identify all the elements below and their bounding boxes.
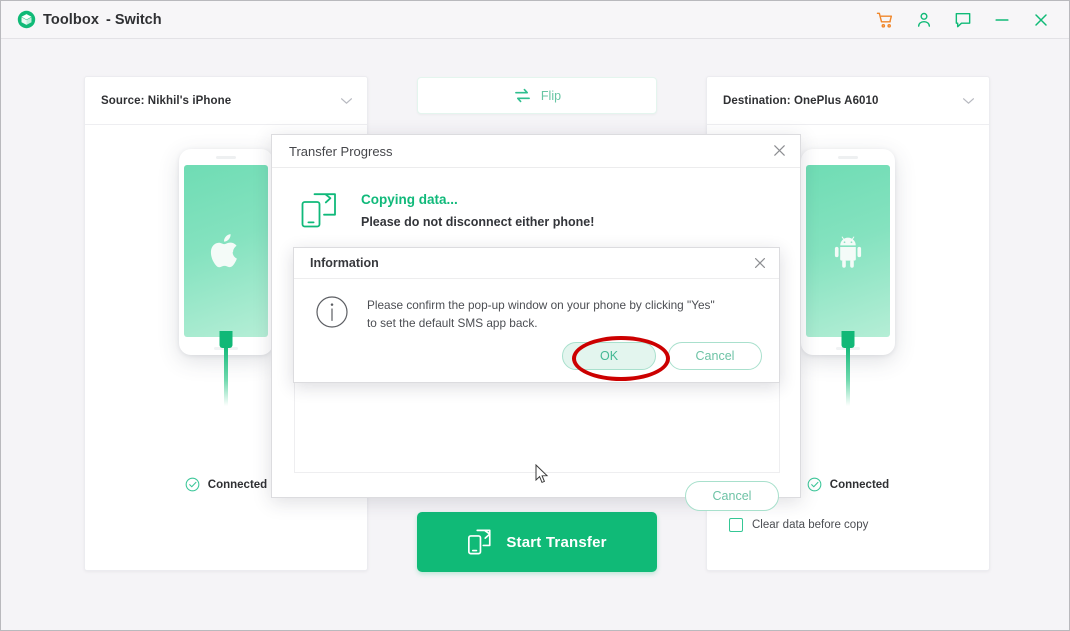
copying-status-sub: Please do not disconnect either phone!	[361, 215, 595, 229]
chevron-down-icon[interactable]	[962, 97, 975, 105]
close-icon[interactable]	[752, 255, 768, 271]
transfer-progress-header: Transfer Progress	[272, 135, 800, 168]
start-transfer-label: Start Transfer	[506, 533, 607, 551]
information-dialog-title: Information	[310, 256, 379, 270]
transfer-cancel-button[interactable]: Cancel	[685, 481, 779, 511]
mouse-cursor	[535, 464, 549, 484]
destination-phone-screen	[806, 165, 890, 337]
close-icon[interactable]	[1031, 10, 1051, 30]
source-status-label: Connected	[207, 478, 268, 491]
app-title: Toolbox	[43, 11, 100, 28]
destination-device-selector[interactable]: Destination: OnePlus A6010	[707, 77, 989, 125]
copy-status-texts: Copying data... Please do not disconnect…	[361, 189, 594, 229]
source-device-label: Source: Nikhil's iPhone	[101, 94, 232, 107]
ok-button[interactable]: OK	[562, 342, 656, 370]
source-phone-screen	[184, 165, 268, 337]
information-message: Please confirm the pop-up window on your…	[367, 298, 715, 331]
destination-status-label: Connected	[829, 478, 890, 491]
destination-phone	[801, 149, 895, 355]
cart-icon[interactable]	[875, 10, 895, 30]
source-cable-connector	[219, 331, 233, 348]
transfer-progress-title: Transfer Progress	[289, 143, 393, 159]
transfer-phones-icon	[301, 193, 336, 228]
app-subtitle: - Switch	[106, 11, 162, 28]
information-dialog-header: Information	[294, 248, 779, 279]
destination-cable-connector	[841, 331, 855, 348]
info-icon	[316, 296, 348, 328]
destination-device-label: Destination: OnePlus A6010	[723, 94, 879, 107]
check-circle-icon	[807, 477, 822, 492]
information-dialog: Information Please confirm the pop-up wi…	[293, 247, 780, 383]
android-logo-icon	[834, 236, 862, 268]
check-circle-icon	[185, 477, 200, 492]
copying-status-title: Copying data...	[361, 192, 458, 207]
flip-label: Flip	[540, 88, 562, 103]
source-cable-wire	[224, 348, 228, 406]
title-bar-actions	[875, 10, 1051, 30]
flip-button[interactable]: Flip	[417, 77, 657, 114]
application-window: Toolbox - Switch Source: Nikhil's iPhone…	[0, 0, 1070, 631]
flip-icon	[515, 88, 530, 103]
information-dialog-buttons: OK Cancel	[562, 342, 762, 370]
phone-speaker	[838, 156, 858, 159]
chevron-down-icon[interactable]	[340, 97, 353, 105]
account-icon[interactable]	[914, 10, 934, 30]
app-brand: Toolbox - Switch	[17, 10, 162, 29]
source-device-selector[interactable]: Source: Nikhil's iPhone	[85, 77, 367, 125]
toolbox-logo-icon	[17, 10, 36, 29]
phone-speaker	[216, 156, 236, 159]
apple-logo-icon	[210, 234, 237, 268]
minimize-icon[interactable]	[992, 10, 1012, 30]
title-bar: Toolbox - Switch	[1, 1, 1069, 39]
copy-status-row: Copying data... Please do not disconnect…	[272, 168, 800, 229]
transfer-phones-icon	[468, 529, 491, 555]
source-phone	[179, 149, 273, 355]
destination-cable-wire	[846, 348, 850, 406]
information-dialog-body: Please confirm the pop-up window on your…	[294, 279, 779, 333]
close-icon[interactable]	[771, 142, 788, 159]
cancel-button[interactable]: Cancel	[668, 342, 762, 370]
feedback-icon[interactable]	[953, 10, 973, 30]
